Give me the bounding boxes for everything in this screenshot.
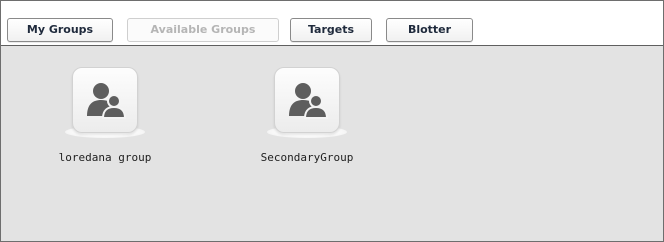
group-users-icon [274, 67, 340, 133]
group-name-label[interactable]: SecondaryGroup [237, 151, 377, 164]
group-users-icon [72, 67, 138, 133]
group-item-loredana-group[interactable]: loredana group [35, 65, 175, 164]
tab-my-groups[interactable]: My Groups [7, 18, 113, 42]
tab-available-groups[interactable]: Available Groups [127, 18, 279, 42]
group-name-label[interactable]: loredana group [35, 151, 175, 164]
groups-panel: My Groups Available Groups Targets Blott… [0, 0, 664, 242]
group-item-secondarygroup[interactable]: SecondaryGroup [237, 65, 377, 164]
group-icon-button[interactable] [259, 65, 355, 145]
tab-blotter[interactable]: Blotter [386, 18, 473, 42]
tab-targets[interactable]: Targets [290, 18, 372, 42]
group-icon-button[interactable] [57, 65, 153, 145]
tab-bar: My Groups Available Groups Targets Blott… [1, 1, 663, 46]
